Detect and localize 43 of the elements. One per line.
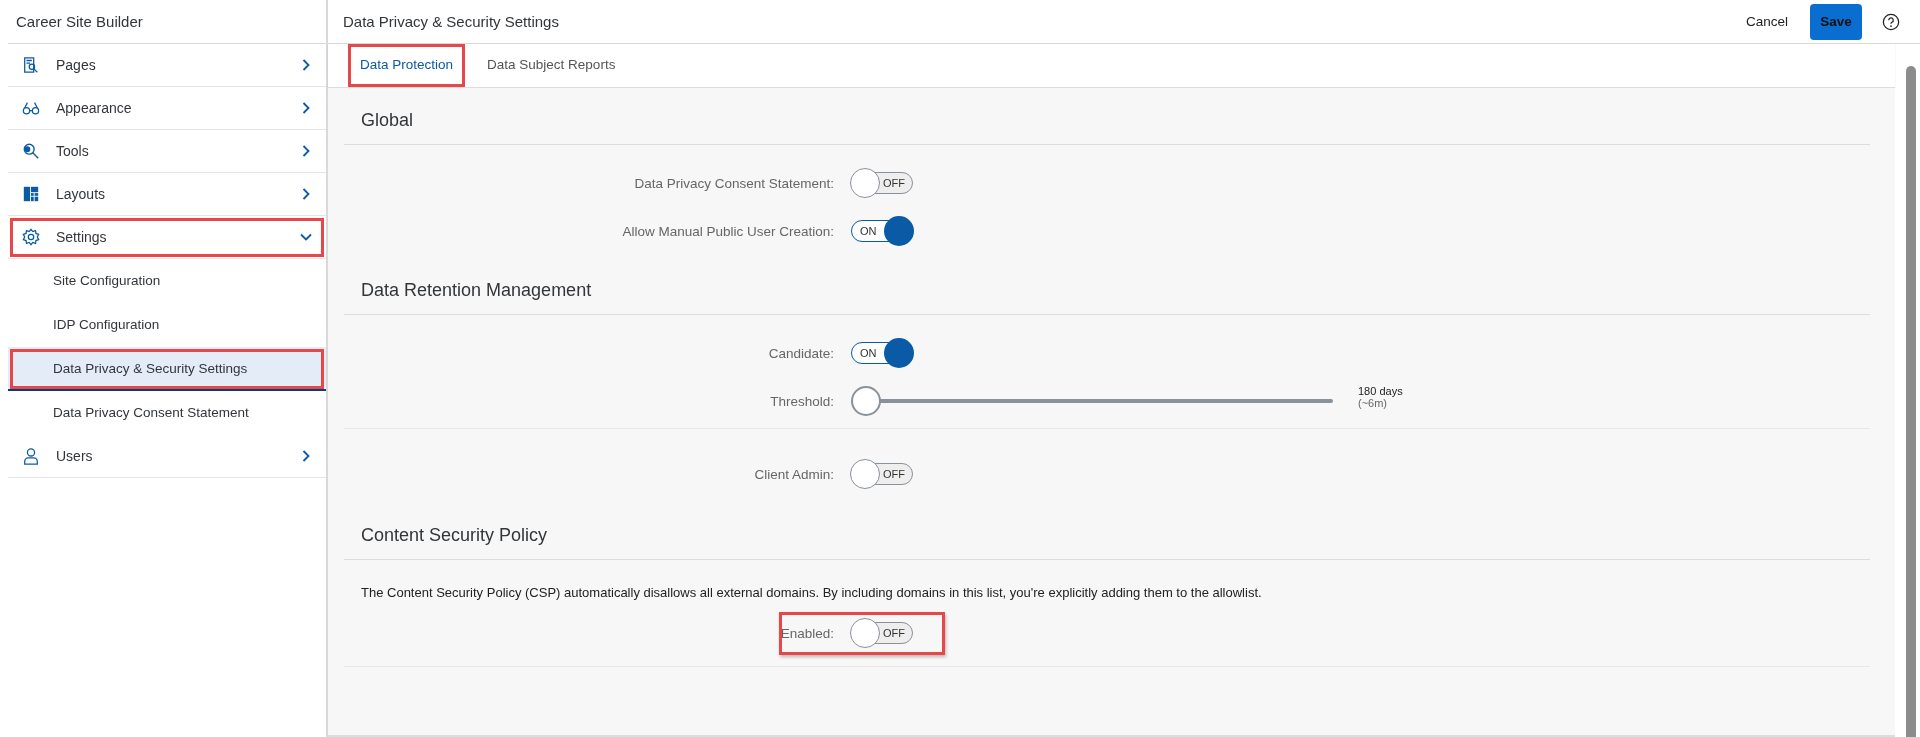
- field-label: Candidate:: [767, 345, 835, 361]
- sidebar-subitem[interactable]: Site Configuration: [8, 259, 326, 303]
- section-title: Data Retention Management: [344, 258, 1870, 315]
- section-title: Content Security Policy: [344, 503, 1870, 560]
- save-button[interactable]: Save: [1810, 3, 1862, 40]
- chevron-right-icon: [300, 188, 312, 200]
- field-label: Data Privacy Consent Statement:: [633, 175, 835, 191]
- description-text: The Content Security Policy (CSP) automatically disallows all external domains. By including domains in this list, you're explicitly adding them to the allowlist.: [360, 584, 1263, 600]
- tab[interactable]: Data Subject Reports: [475, 44, 628, 87]
- chevron-right-icon: [300, 59, 312, 71]
- sidebar-subitem[interactable]: Data Privacy & Security Settings: [8, 347, 326, 391]
- sidebar-item[interactable]: Pages: [8, 44, 326, 87]
- sidebar-item[interactable]: Appearance: [8, 87, 326, 130]
- threshold-slider[interactable]: [851, 386, 1333, 416]
- search-tool-icon: [22, 142, 40, 160]
- sidebar-item[interactable]: Users: [8, 435, 326, 478]
- gear-icon: [22, 228, 40, 246]
- section-title: Global: [344, 88, 1870, 145]
- sidebar-item[interactable]: Tools: [8, 130, 326, 173]
- sidebar-item[interactable]: Settings: [8, 216, 326, 259]
- chevron-right-icon: [300, 102, 312, 114]
- layout-grid-icon: [22, 185, 40, 203]
- slider-note: (~6m): [1358, 397, 1389, 409]
- field-label: Threshold:: [769, 393, 835, 409]
- slider-value: 180 days: [1358, 385, 1403, 397]
- sidebar-subitem[interactable]: IDP Configuration: [8, 303, 326, 347]
- tab[interactable]: Data Protection: [348, 44, 466, 87]
- user-icon: [22, 447, 40, 465]
- app-title: Career Site Builder: [8, 0, 326, 44]
- field-label: Allow Manual Public User Creation:: [621, 223, 835, 239]
- sidebar-item[interactable]: Layouts: [8, 173, 326, 216]
- help-icon[interactable]: [1882, 12, 1900, 31]
- field-label: Client Admin:: [753, 466, 835, 482]
- cancel-button[interactable]: Cancel: [1741, 8, 1792, 35]
- scrollbar-thumb[interactable]: [1906, 66, 1916, 737]
- slider-thumb[interactable]: [851, 386, 881, 416]
- sidebar-subitem[interactable]: Data Privacy Consent Statement: [8, 391, 326, 435]
- chevron-right-icon: [300, 450, 312, 462]
- field-label: Enabled:: [779, 625, 835, 641]
- page-title: Data Privacy & Security Settings: [343, 13, 560, 30]
- page-search-icon: [22, 56, 40, 74]
- chevron-down-icon: [300, 231, 312, 243]
- chevron-right-icon: [300, 145, 312, 157]
